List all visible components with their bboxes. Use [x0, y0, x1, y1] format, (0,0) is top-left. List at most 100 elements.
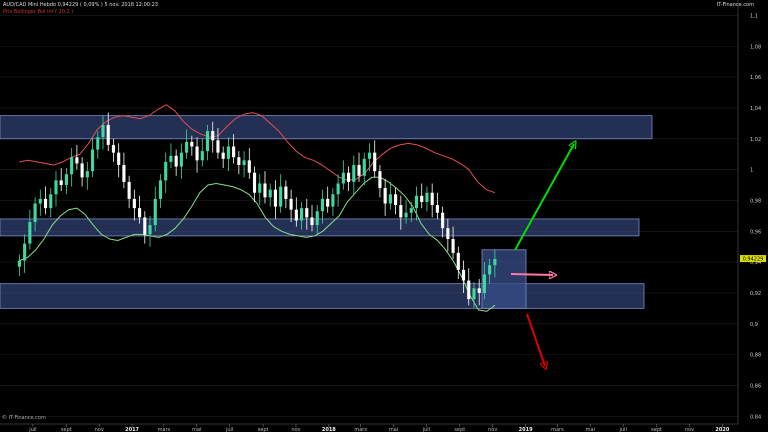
x-tick-label: mars [158, 427, 171, 432]
last-price: 0,94229 [740, 255, 766, 263]
candle-body [409, 208, 413, 213]
last-price-label: 0,94229 [743, 257, 764, 263]
candle [127, 175, 131, 209]
candle-body [49, 194, 53, 209]
candle-body [59, 180, 63, 186]
candle-body [237, 157, 241, 165]
candle-body [388, 194, 392, 204]
candle [28, 209, 32, 250]
candle [164, 152, 168, 193]
candle-body [195, 146, 199, 161]
candle [331, 188, 335, 216]
candle-body [28, 222, 32, 244]
candle-body [80, 163, 84, 178]
x-tick-label: 2020 [715, 427, 729, 432]
candle-body [336, 183, 340, 195]
candle-body [373, 152, 377, 172]
candle [143, 211, 147, 244]
candle-body [482, 274, 486, 293]
candle [388, 181, 392, 210]
candle-body [284, 186, 288, 199]
x-tick-label: nov [95, 427, 104, 432]
candle [59, 168, 63, 192]
candle-body [268, 189, 272, 198]
candle-body [148, 225, 152, 235]
x-tick-label: juil [28, 427, 36, 432]
x-tick-label: sept [61, 427, 72, 432]
candle-body [383, 188, 387, 204]
candle-body [226, 146, 230, 159]
candle-body [153, 198, 157, 226]
candle-body [185, 141, 189, 153]
candle [456, 246, 460, 280]
candle [179, 143, 183, 179]
candle-body [232, 146, 236, 158]
candle-body [367, 152, 372, 159]
candle-body [493, 259, 497, 266]
candle [320, 189, 325, 224]
candle-body [132, 198, 136, 209]
candle-body [263, 183, 267, 198]
candle [111, 138, 116, 162]
candle-body [174, 155, 178, 167]
candle-body [200, 151, 204, 161]
candle [169, 143, 173, 169]
candle-body [315, 211, 319, 226]
candle-body [90, 149, 95, 172]
candle-body [399, 205, 403, 218]
candle-body [289, 198, 293, 210]
candle-body [488, 265, 492, 275]
candle-body [451, 238, 455, 253]
x-tick-label: sept [258, 427, 269, 432]
y-tick-label: 1,1 [750, 13, 758, 19]
candle-body [117, 152, 121, 165]
candle-body [294, 209, 298, 221]
candle [268, 183, 272, 207]
candle-body [362, 158, 366, 176]
candle [279, 174, 283, 213]
candle [289, 189, 293, 223]
candle-body [441, 212, 445, 229]
candle [158, 174, 163, 209]
candle [367, 143, 372, 172]
x-tick-label: sept [651, 427, 662, 432]
candle [64, 168, 68, 195]
y-tick-label: 0,84 [750, 414, 761, 420]
candle [38, 189, 42, 216]
candle-body [17, 260, 21, 267]
candle [430, 183, 434, 218]
candle [70, 148, 74, 187]
candle-body [414, 195, 419, 209]
candle [362, 152, 366, 186]
candle-body [247, 160, 251, 173]
candle [117, 143, 121, 178]
candle [200, 138, 204, 167]
candle [80, 157, 84, 187]
copyright-label: © IT-Finance.com [2, 415, 46, 421]
candle-body [33, 203, 37, 223]
candle-body [326, 198, 330, 207]
y-tick-label: 0,86 [750, 383, 761, 389]
x-tick-label: mars [551, 427, 564, 432]
candle-body [347, 172, 351, 182]
candle-body [75, 157, 79, 164]
y-tick-label: 0,98 [750, 198, 761, 204]
candle-body [404, 212, 408, 218]
candle-body [477, 288, 481, 293]
candle-body [190, 141, 194, 147]
candle-body [435, 205, 439, 213]
candle-body [467, 280, 471, 300]
candle [17, 254, 21, 276]
x-tick-label: 2019 [519, 427, 533, 432]
y-tick-label: 1,08 [750, 44, 761, 50]
candle-body [216, 140, 220, 153]
candle-body [23, 243, 27, 261]
y-tick-label: 1,06 [750, 75, 761, 81]
candle [394, 188, 398, 215]
candle-body [341, 172, 345, 184]
candle-body [394, 194, 398, 206]
candle [23, 234, 27, 273]
candle [435, 192, 439, 219]
candle-body [169, 155, 173, 162]
x-tick-label: mai [586, 427, 595, 432]
